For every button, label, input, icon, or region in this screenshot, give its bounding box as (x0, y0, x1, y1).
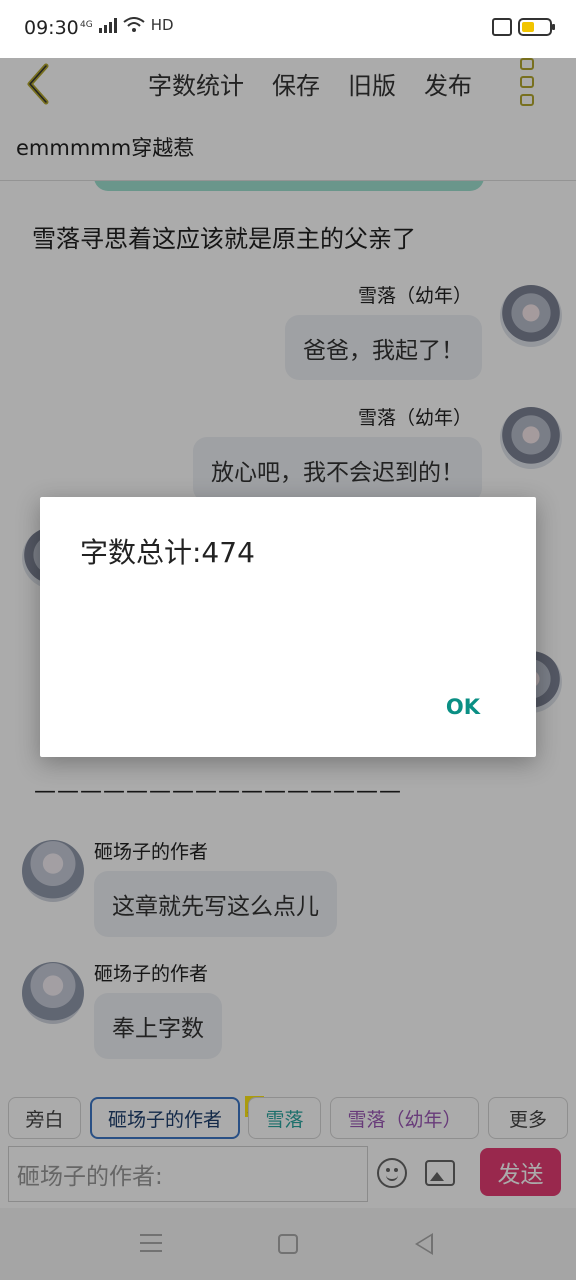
vibrate-icon (492, 18, 512, 36)
ok-button[interactable]: OK (446, 695, 480, 719)
dialog-message: 字数总计:474 (80, 536, 255, 569)
signal-icon (98, 17, 117, 33)
word-count-dialog: 字数总计:474 OK (40, 497, 536, 757)
status-time: 09:30 (24, 17, 79, 39)
network-label: 4G (80, 19, 93, 30)
status-icons: 4G HD (80, 16, 174, 34)
battery-icon (518, 18, 555, 36)
hd-label: HD (150, 16, 174, 34)
status-bar: 09:30 4G HD (0, 0, 576, 58)
wifi-icon (123, 17, 145, 32)
